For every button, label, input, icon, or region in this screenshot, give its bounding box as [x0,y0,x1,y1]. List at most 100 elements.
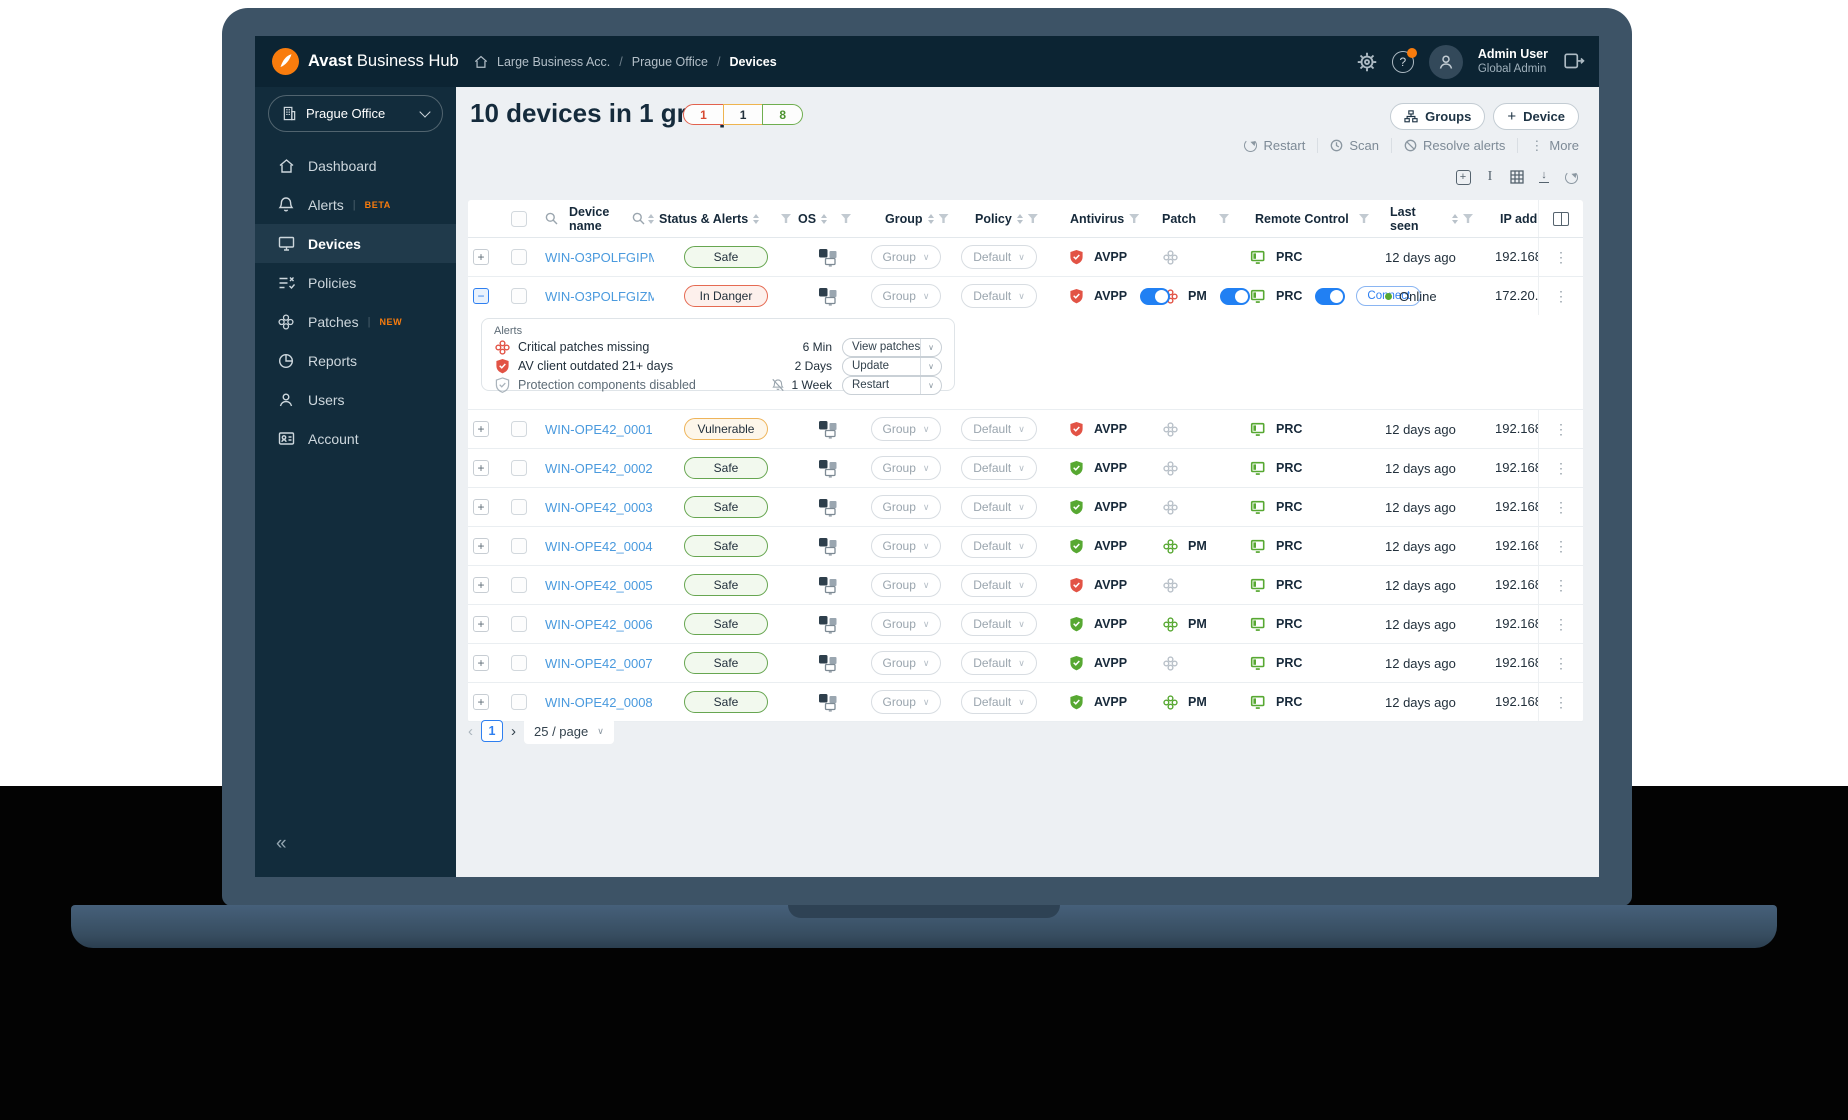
filter-icon[interactable] [1219,214,1229,223]
column-header-ip-address[interactable]: IP address [1480,200,1538,237]
search-icon[interactable] [545,212,558,225]
expand-row-button[interactable]: + [473,499,489,515]
filter-icon[interactable] [1027,214,1038,223]
more-action-button[interactable]: ⋮ More [1517,138,1579,153]
group-dropdown[interactable]: Group ∨ [870,245,942,269]
group-dropdown[interactable]: Group ∨ [870,534,942,558]
sort-icon[interactable] [821,213,828,224]
row-checkbox[interactable] [511,538,527,554]
row-checkbox[interactable] [511,616,527,632]
group-dropdown[interactable]: Group ∨ [870,417,942,441]
kebab-menu-icon[interactable]: ⋮ [1554,500,1568,514]
expand-row-button[interactable]: + [473,538,489,554]
breadcrumb-item[interactable]: Devices [729,55,776,69]
row-checkbox[interactable] [511,577,527,593]
prev-page-button[interactable]: ‹ [468,723,473,740]
sort-icon[interactable] [753,213,760,224]
column-header-patch[interactable]: Patch [1144,200,1236,237]
group-dropdown[interactable]: Group ∨ [870,612,942,636]
org-selector[interactable]: Prague Office [268,95,443,132]
column-settings-cell[interactable] [1538,200,1583,237]
kebab-menu-icon[interactable]: ⋮ [1554,250,1568,264]
page-size-select[interactable]: 25 / page ∨ [524,718,614,744]
text-size-icon[interactable]: I [1482,169,1498,185]
policy-dropdown[interactable]: Default ∨ [961,495,1037,519]
expand-row-button[interactable]: + [473,460,489,476]
download-icon[interactable]: ↓ [1536,169,1552,185]
add-device-button[interactable]: + Device [1493,103,1579,130]
column-header-policy[interactable]: Policy [954,200,1044,237]
scan-action-button[interactable]: Scan [1317,138,1391,153]
sidebar-collapse-button[interactable]: « [255,833,456,877]
sidebar-item-devices[interactable]: Devices [255,224,456,263]
antivirus-toggle[interactable] [1140,287,1171,305]
column-header-os[interactable]: OS [798,200,858,237]
status-count-segment[interactable]: 1 [722,104,764,125]
kebab-menu-icon[interactable]: ⋮ [1554,578,1568,592]
alert-action-button[interactable]: Restart ∨ [842,375,942,395]
collapse-row-button[interactable]: − [473,288,489,304]
console-switch-icon[interactable] [1563,51,1585,73]
row-checkbox[interactable] [511,249,527,265]
filter-icon[interactable] [1359,214,1369,223]
patch-toggle[interactable] [1219,287,1250,305]
expand-row-button[interactable]: + [473,616,489,632]
breadcrumb-item[interactable]: Prague Office [632,55,708,69]
policy-dropdown[interactable]: Default ∨ [961,245,1037,269]
device-link[interactable]: WIN-OPE42_0003 [536,500,653,515]
kebab-menu-icon[interactable]: ⋮ [1554,656,1568,670]
device-link[interactable]: WIN-OPE42_0002 [536,461,653,476]
grid-density-icon[interactable] [1509,169,1525,185]
breadcrumb-item[interactable]: Large Business Acc. [497,55,610,69]
avatar[interactable] [1428,44,1463,79]
device-link[interactable]: WIN-OPE42_0007 [536,656,653,671]
row-checkbox[interactable] [511,421,527,437]
device-link[interactable]: WIN-OPE42_0004 [536,539,653,554]
group-dropdown[interactable]: Group ∨ [870,284,942,308]
expand-row-button[interactable]: + [473,694,489,710]
group-dropdown[interactable]: Group ∨ [870,690,942,714]
group-dropdown[interactable]: Group ∨ [870,495,942,519]
sidebar-item-reports[interactable]: Reports [255,341,456,380]
resolve-action-button[interactable]: Resolve alerts [1391,138,1517,153]
sort-icon[interactable] [1452,213,1458,224]
device-link[interactable]: WIN-OPE42_0006 [536,617,653,632]
sidebar-item-users[interactable]: Users [255,380,456,419]
kebab-menu-icon[interactable]: ⋮ [1554,695,1568,709]
next-page-button[interactable]: › [511,723,516,740]
select-all-checkbox[interactable] [511,210,527,227]
home-icon[interactable] [474,55,488,69]
row-checkbox[interactable] [511,460,527,476]
sort-icon[interactable] [1016,213,1023,224]
column-header-antivirus[interactable]: Antivirus [1044,200,1144,237]
group-dropdown[interactable]: Group ∨ [870,651,942,675]
device-link[interactable]: WIN-OPE42_0005 [536,578,653,593]
refresh-icon[interactable] [1563,169,1579,185]
policy-dropdown[interactable]: Default ∨ [961,651,1037,675]
column-header-remote-control[interactable]: Remote Control [1236,200,1376,237]
kebab-menu-icon[interactable]: ⋮ [1554,461,1568,475]
kebab-menu-icon[interactable]: ⋮ [1554,422,1568,436]
device-link[interactable]: WIN-O3POLFGIZMA [536,289,654,304]
filter-icon[interactable] [1463,214,1473,223]
status-count-segment[interactable]: 8 [762,104,804,125]
row-checkbox[interactable] [511,655,527,671]
status-count-segment[interactable]: 1 [683,104,724,125]
policy-dropdown[interactable]: Default ∨ [961,690,1037,714]
expand-row-button[interactable]: + [473,249,489,265]
page-number[interactable]: 1 [481,720,503,742]
column-header-last-seen[interactable]: Last seen [1376,200,1480,237]
device-link[interactable]: WIN-O3POLFGIPMS [536,250,654,265]
group-dropdown[interactable]: Group ∨ [870,573,942,597]
policy-dropdown[interactable]: Default ∨ [961,573,1037,597]
row-checkbox[interactable] [511,694,527,710]
settings-icon[interactable] [1357,52,1377,72]
row-checkbox[interactable] [511,288,527,304]
brand[interactable]: Avast Business Hub [255,48,474,75]
sidebar-item-patches[interactable]: Patches | NEW [255,302,456,341]
remote-control-toggle[interactable] [1315,287,1346,305]
policy-dropdown[interactable]: Default ∨ [961,284,1037,308]
alert-action-button[interactable]: Update ∨ [842,356,942,376]
kebab-menu-icon[interactable]: ⋮ [1554,617,1568,631]
filter-icon[interactable] [841,214,851,223]
